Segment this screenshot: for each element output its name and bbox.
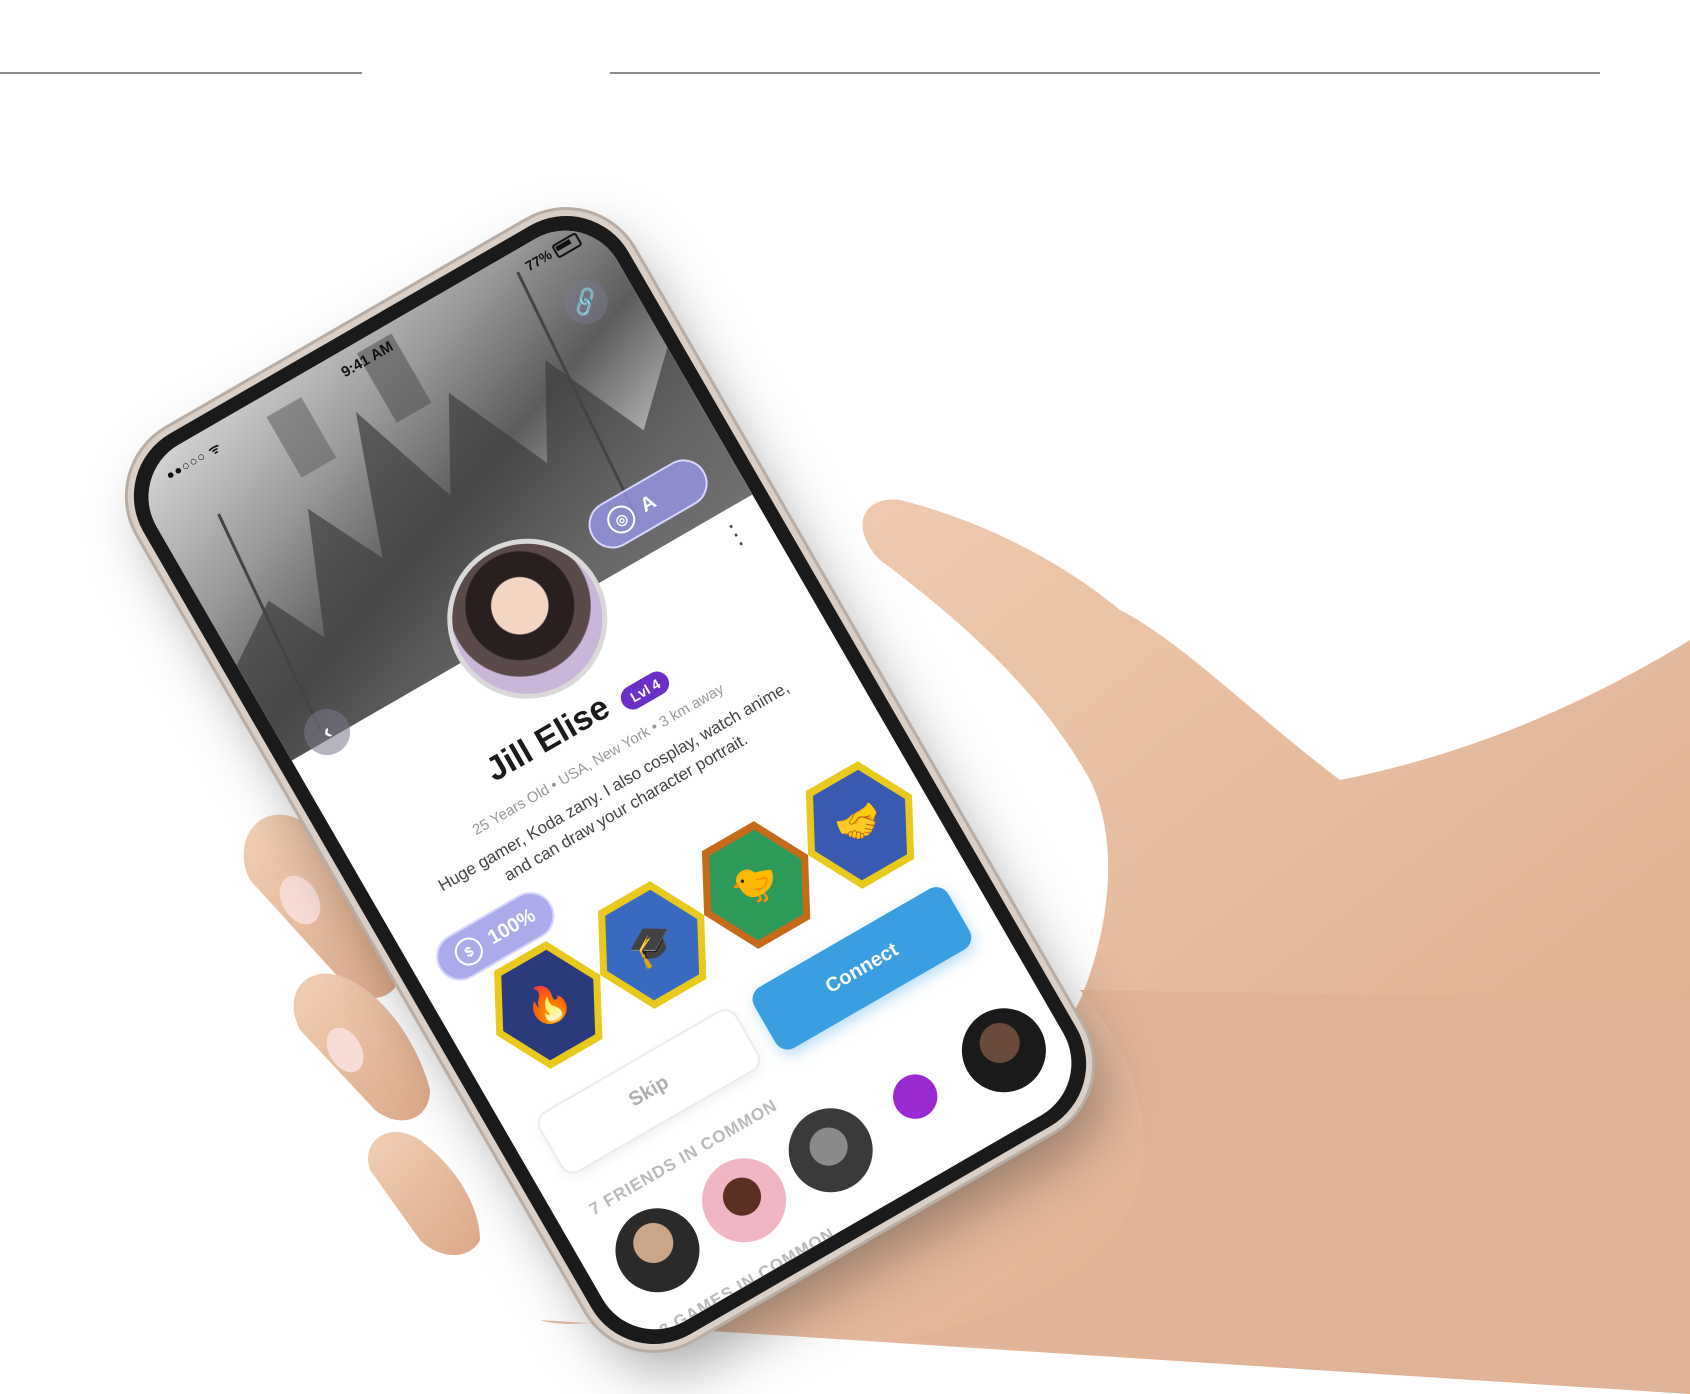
chevron-left-icon: ‹ — [317, 718, 337, 745]
friend-avatar[interactable] — [773, 1092, 889, 1208]
friends-in-common-list — [600, 984, 1080, 1313]
handshake-icon: 🤝 — [789, 754, 931, 896]
friend-avatar[interactable] — [859, 1042, 975, 1158]
graduation-cap-icon: 🎓 — [581, 874, 723, 1016]
duck-icon: 🐤 — [685, 814, 827, 956]
link-icon: 🔗 — [567, 283, 604, 320]
kebab-icon[interactable]: · · · — [719, 510, 752, 558]
flame-icon: 🔥 — [477, 934, 619, 1076]
battery-icon — [551, 231, 583, 259]
phone-screen: ●●○○○ ᯤ 9:41 AM 77% 🔗 ‹ ◎ A $ 100% · · · J… — [126, 208, 1094, 1352]
friend-avatar[interactable] — [946, 992, 1062, 1108]
gamer-tag-letter: A — [636, 490, 660, 517]
level-badge: Lvl 4 — [616, 666, 674, 714]
profile-name: Jill Elise — [479, 688, 617, 790]
shield-icon: ◎ — [602, 500, 641, 539]
top-rule-left — [0, 72, 362, 74]
top-rule-right — [610, 72, 1600, 74]
friend-avatar[interactable] — [600, 1192, 715, 1308]
friend-avatar[interactable] — [686, 1142, 802, 1258]
phone-device: ●●○○○ ᯤ 9:41 AM 77% 🔗 ‹ ◎ A $ 100% · · · J… — [107, 189, 1113, 1371]
